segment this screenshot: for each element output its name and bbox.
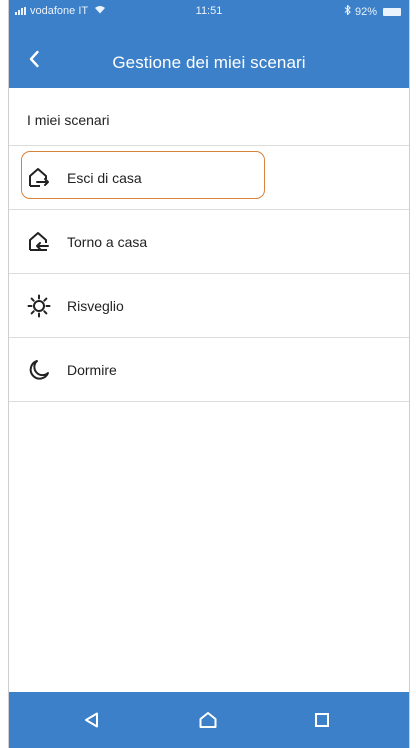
scenario-item-esci-di-casa[interactable]: Esci di casa xyxy=(9,146,409,210)
home-icon xyxy=(199,712,217,728)
moon-icon xyxy=(27,358,51,382)
battery-icon xyxy=(383,7,401,16)
nav-home-button[interactable] xyxy=(195,707,221,733)
page-title: Gestione dei miei scenari xyxy=(112,53,306,72)
status-right: 92% xyxy=(344,4,401,18)
house-enter-icon xyxy=(27,230,51,254)
status-bar: vodafone IT 11:51 92% xyxy=(9,0,409,38)
scenario-label: Risveglio xyxy=(67,298,124,314)
nav-recents-button[interactable] xyxy=(309,707,335,733)
scenario-item-risveglio[interactable]: Risveglio xyxy=(9,274,409,338)
scenario-label: Esci di casa xyxy=(67,170,142,186)
scenario-list: Esci di casa Torno a casa Risveglio Dorm… xyxy=(9,146,409,402)
battery-percent: 92% xyxy=(354,5,377,18)
nav-back-button[interactable] xyxy=(79,707,105,733)
scenario-item-torno-a-casa[interactable]: Torno a casa xyxy=(9,210,409,274)
scenario-label: Torno a casa xyxy=(67,234,148,250)
navigation-bar xyxy=(9,692,409,748)
sun-icon xyxy=(27,294,51,318)
scenario-item-dormire[interactable]: Dormire xyxy=(9,338,409,402)
house-exit-icon xyxy=(27,166,51,190)
app-bar: Gestione dei miei scenari xyxy=(9,38,409,88)
section-header: I miei scenari xyxy=(9,88,409,146)
section-title: I miei scenari xyxy=(27,112,110,128)
recents-square-icon xyxy=(315,713,329,727)
bluetooth-icon xyxy=(344,4,351,18)
phone-screen: vodafone IT 11:51 92% Gestione dei miei … xyxy=(8,0,410,748)
scenario-label: Dormire xyxy=(67,362,117,378)
back-triangle-icon xyxy=(85,712,98,728)
